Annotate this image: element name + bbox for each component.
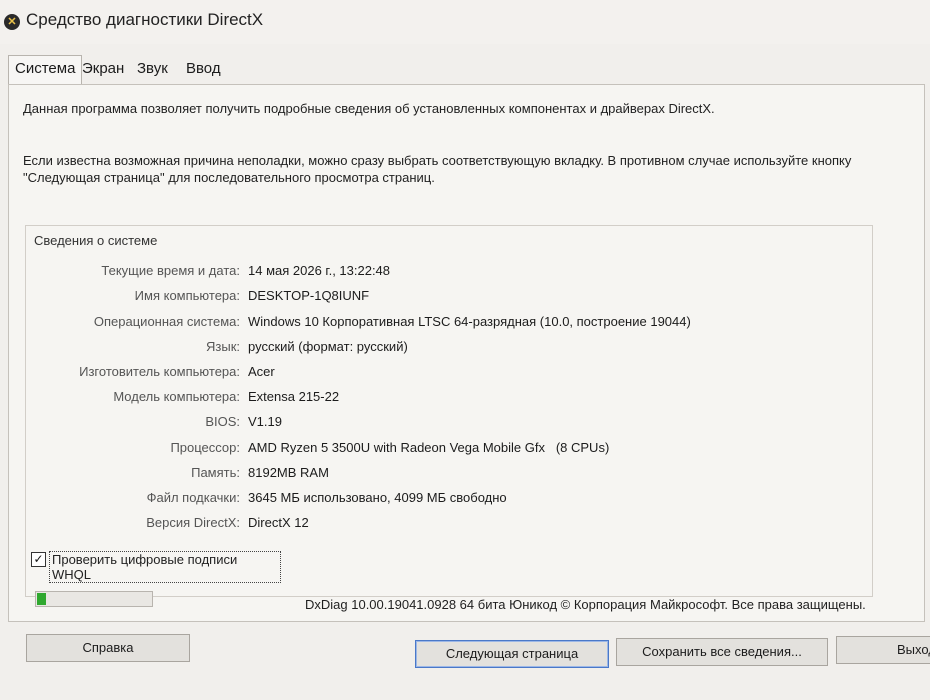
copyright-text: DxDiag 10.00.19041.0928 64 бита Юникод ©…	[305, 597, 866, 612]
whql-checkbox[interactable]: ✓ Проверить цифровые подписи WHQL	[31, 551, 281, 583]
progress-fill	[37, 593, 46, 605]
info-label: Текущие время и дата:	[101, 263, 240, 278]
info-value: русский (формат: русский)	[248, 339, 408, 354]
info-row-computer-name: Имя компьютера: DESKTOP-1Q8IUNF	[26, 288, 866, 308]
progress-bar	[35, 591, 153, 607]
tab-sound[interactable]: Звук	[131, 56, 174, 82]
save-all-info-button[interactable]: Сохранить все сведения...	[616, 638, 828, 666]
info-row-language: Язык: русский (формат: русский)	[26, 339, 866, 359]
info-label: Процессор:	[170, 440, 240, 455]
tab-system[interactable]: Система	[8, 55, 83, 85]
exit-button[interactable]: Выход	[836, 636, 930, 664]
info-row-bios: BIOS: V1.19	[26, 414, 866, 434]
help-button[interactable]: Справка	[26, 634, 190, 662]
info-label: Память:	[191, 465, 240, 480]
tab-input[interactable]: Ввод	[180, 56, 227, 82]
info-value: Extensa 215-22	[248, 389, 340, 404]
info-row-model: Модель компьютера: Extensa 215-22	[26, 389, 866, 409]
system-info-group: Сведения о системе Текущие время и дата:…	[25, 225, 873, 597]
info-value: Windows 10 Корпоративная LTSC 64-разрядн…	[248, 314, 691, 329]
info-value: 14 мая 2026 г., 13:22:48	[248, 263, 391, 278]
tab-content-system: Данная программа позволяет получить подр…	[8, 84, 925, 622]
window-title: Средство диагностики DirectX	[26, 10, 264, 29]
title-bar: ✕ Средство диагностики DirectX	[0, 0, 930, 44]
info-label: Язык:	[206, 339, 240, 354]
info-value: V1.19	[248, 414, 282, 429]
info-row-directx-version: Версия DirectX: DirectX 12	[26, 515, 866, 535]
info-label: Модель компьютера:	[113, 389, 240, 404]
info-value: 3645 МБ использовано, 4099 МБ свободно	[248, 490, 507, 505]
tab-strip: Система Экран Звук Ввод	[8, 55, 923, 85]
info-row-processor: Процессор: AMD Ryzen 5 3500U with Radeon…	[26, 440, 866, 460]
info-label: BIOS:	[205, 414, 240, 429]
info-row-datetime: Текущие время и дата: 14 мая 2026 г., 13…	[26, 263, 866, 283]
info-row-manufacturer: Изготовитель компьютера: Acer	[26, 364, 866, 384]
info-label: Операционная система:	[93, 314, 240, 329]
tab-display[interactable]: Экран	[76, 56, 130, 82]
info-row-page-file: Файл подкачки: 3645 МБ использовано, 409…	[26, 490, 866, 510]
next-page-button[interactable]: Следующая страница	[415, 640, 609, 668]
info-row-os: Операционная система: Windows 10 Корпора…	[26, 314, 866, 334]
directx-icon: ✕	[4, 14, 20, 30]
checkbox-checked-icon[interactable]: ✓	[31, 552, 46, 567]
info-value: 8192MB RAM	[248, 465, 329, 480]
info-label: Файл подкачки:	[146, 490, 240, 505]
info-value: Acer	[248, 364, 275, 379]
intro-hint-text: Если известна возможная причина неполадк…	[23, 153, 852, 185]
whql-checkbox-label[interactable]: Проверить цифровые подписи WHQL	[49, 551, 281, 583]
dxdiag-window: ✕ Средство диагностики DirectX Система Э…	[0, 0, 930, 700]
info-value: DESKTOP-1Q8IUNF	[248, 288, 370, 303]
info-row-memory: Память: 8192MB RAM	[26, 465, 866, 485]
group-title: Сведения о системе	[34, 233, 158, 248]
info-label: Версия DirectX:	[146, 515, 240, 530]
info-value: DirectX 12	[248, 515, 309, 530]
intro-text: Данная программа позволяет получить подр…	[23, 101, 715, 116]
info-value: AMD Ryzen 5 3500U with Radeon Vega Mobil…	[248, 440, 610, 455]
info-label: Имя компьютера:	[134, 288, 240, 303]
info-label: Изготовитель компьютера:	[79, 364, 240, 379]
